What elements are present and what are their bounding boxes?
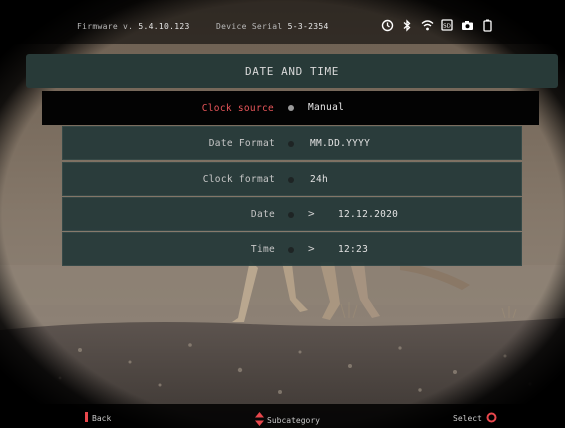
subcategory-label: Subcategory bbox=[267, 416, 320, 425]
bullet-icon bbox=[288, 212, 294, 218]
wifi-icon bbox=[420, 18, 434, 32]
bluetooth-icon bbox=[400, 18, 414, 32]
menu-item-value: MM.DD.YYYY bbox=[310, 138, 371, 149]
subcategory-hint[interactable]: Subcategory bbox=[255, 412, 320, 426]
select-hint[interactable]: Select bbox=[453, 412, 497, 423]
back-hint[interactable]: Back bbox=[85, 412, 111, 423]
bullet-icon bbox=[288, 105, 294, 111]
bullet-icon bbox=[288, 247, 294, 253]
bullet-icon bbox=[288, 177, 294, 183]
up-down-arrows-icon bbox=[255, 412, 264, 426]
menu-item-value: 12.12.2020 bbox=[338, 209, 399, 220]
menu-item-value: Manual bbox=[308, 102, 345, 113]
menu-item-label: Time bbox=[250, 243, 275, 255]
select-button-icon bbox=[486, 412, 497, 423]
bullet-icon bbox=[288, 141, 294, 147]
device-serial-info: Device Serial 5-3-2354 bbox=[216, 22, 329, 31]
menu-item-time[interactable]: Time > 12:23 bbox=[62, 232, 522, 266]
status-icons: SD bbox=[380, 17, 494, 33]
battery-icon bbox=[480, 18, 494, 32]
camera-icon bbox=[460, 18, 474, 32]
device-screen: Firmware v. 5.4.10.123 Device Serial 5-3… bbox=[0, 0, 565, 428]
menu-item-label: Clock source bbox=[201, 102, 274, 114]
serial-label: Device Serial bbox=[216, 22, 283, 31]
svg-text:SD: SD bbox=[443, 24, 451, 30]
select-label: Select bbox=[453, 414, 482, 423]
sd-card-icon: SD bbox=[440, 18, 454, 32]
firmware-label: Firmware v. bbox=[77, 22, 134, 31]
menu-item-date-format[interactable]: Date Format MM.DD.YYYY bbox=[62, 126, 522, 160]
chevron-right-icon: > bbox=[308, 207, 315, 220]
firmware-info: Firmware v. 5.4.10.123 bbox=[77, 22, 190, 31]
back-button-icon bbox=[85, 412, 88, 422]
menu-title-bar: DATE AND TIME bbox=[26, 54, 558, 88]
timer-icon bbox=[380, 18, 394, 32]
status-bar: Firmware v. 5.4.10.123 Device Serial 5-3… bbox=[0, 0, 565, 44]
menu-item-value: 24h bbox=[310, 174, 329, 185]
page-title: DATE AND TIME bbox=[245, 65, 339, 78]
chevron-right-icon: > bbox=[308, 242, 315, 255]
menu-item-date[interactable]: Date > 12.12.2020 bbox=[62, 197, 522, 231]
menu-item-clock-source[interactable]: Clock source Manual bbox=[42, 91, 539, 125]
menu-item-label: Date bbox=[250, 208, 275, 220]
menu-item-label: Date Format bbox=[208, 137, 275, 149]
menu-item-clock-format[interactable]: Clock format 24h bbox=[62, 162, 522, 196]
serial-value: 5-3-2354 bbox=[287, 22, 329, 31]
menu-item-value: 12:23 bbox=[338, 244, 369, 255]
back-label: Back bbox=[92, 414, 112, 423]
firmware-version: 5.4.10.123 bbox=[138, 22, 190, 31]
menu-item-label: Clock format bbox=[202, 173, 275, 185]
